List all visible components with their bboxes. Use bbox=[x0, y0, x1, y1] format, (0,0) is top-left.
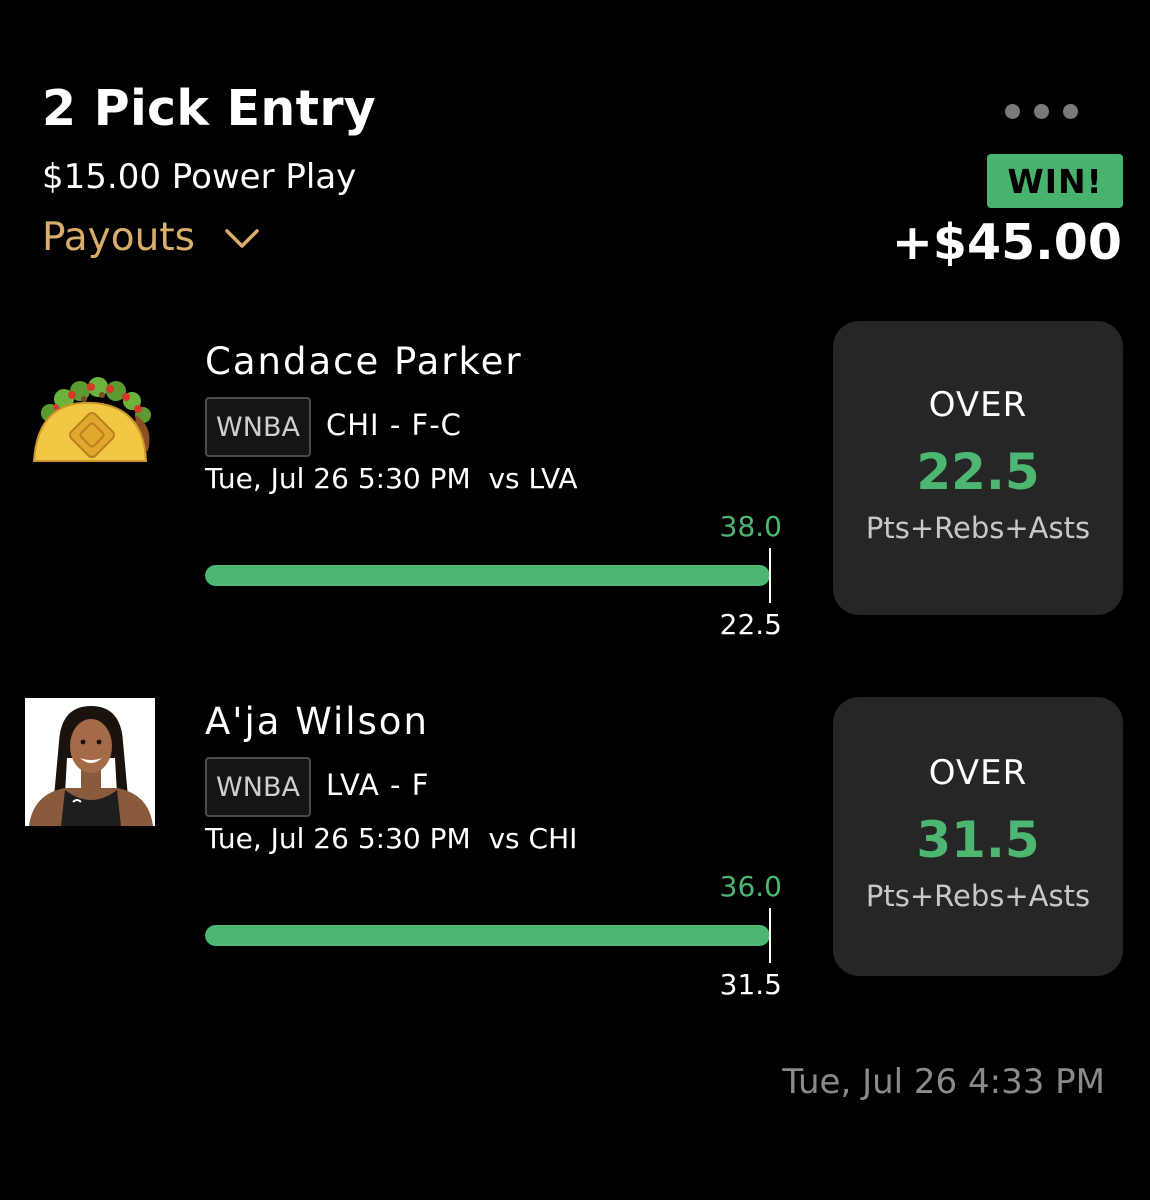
actual-value: 36.0 bbox=[719, 870, 782, 903]
payouts-label: Payouts bbox=[42, 215, 195, 260]
pick-line: 22.5 bbox=[916, 443, 1040, 501]
progress-fill bbox=[205, 925, 770, 946]
team-position: CHI - F-C bbox=[326, 408, 462, 442]
actual-value: 38.0 bbox=[719, 510, 782, 543]
line-marker bbox=[769, 908, 771, 963]
line-marker bbox=[769, 548, 771, 603]
pick-card[interactable]: OVER 22.5 Pts+Rebs+Asts bbox=[833, 321, 1123, 615]
win-amount: +$45.00 bbox=[891, 214, 1122, 271]
player-name: Candace Parker bbox=[205, 340, 523, 383]
team-position: LVA - F bbox=[326, 768, 430, 802]
line-value: 31.5 bbox=[719, 968, 782, 1001]
pick-card[interactable]: OVER 31.5 Pts+Rebs+Asts bbox=[833, 697, 1123, 976]
entry-subtitle: $15.00 Power Play bbox=[42, 157, 357, 197]
game-time: Tue, Jul 26 5:30 PM vs LVA bbox=[205, 462, 578, 495]
chevron-down-icon bbox=[225, 228, 259, 248]
entry-timestamp: Tue, Jul 26 4:33 PM bbox=[782, 1062, 1105, 1102]
line-value: 22.5 bbox=[719, 608, 782, 641]
taco-icon bbox=[32, 377, 151, 462]
progress-bar bbox=[205, 565, 770, 586]
pick-stat: Pts+Rebs+Asts bbox=[865, 879, 1091, 913]
pick-line: 31.5 bbox=[916, 811, 1040, 869]
player-photo bbox=[25, 698, 155, 826]
status-badge: WIN! bbox=[987, 154, 1123, 208]
payouts-toggle[interactable]: Payouts bbox=[42, 215, 259, 260]
league-tag: WNBA bbox=[205, 397, 311, 457]
progress-fill bbox=[205, 565, 770, 586]
game-time: Tue, Jul 26 5:30 PM vs CHI bbox=[205, 822, 578, 855]
pick-row: Candace Parker WNBA CHI - F-C Tue, Jul 2… bbox=[0, 320, 1150, 650]
pick-direction: OVER bbox=[928, 753, 1028, 793]
pick-row: A'ja Wilson WNBA LVA - F Tue, Jul 26 5:3… bbox=[0, 680, 1150, 1010]
pick-stat: Pts+Rebs+Asts bbox=[865, 511, 1091, 545]
pick-direction: OVER bbox=[928, 385, 1028, 425]
progress-bar bbox=[205, 925, 770, 946]
more-options-icon[interactable] bbox=[1005, 104, 1078, 119]
player-name: A'ja Wilson bbox=[205, 700, 429, 743]
entry-title: 2 Pick Entry bbox=[42, 80, 377, 137]
league-tag: WNBA bbox=[205, 757, 311, 817]
